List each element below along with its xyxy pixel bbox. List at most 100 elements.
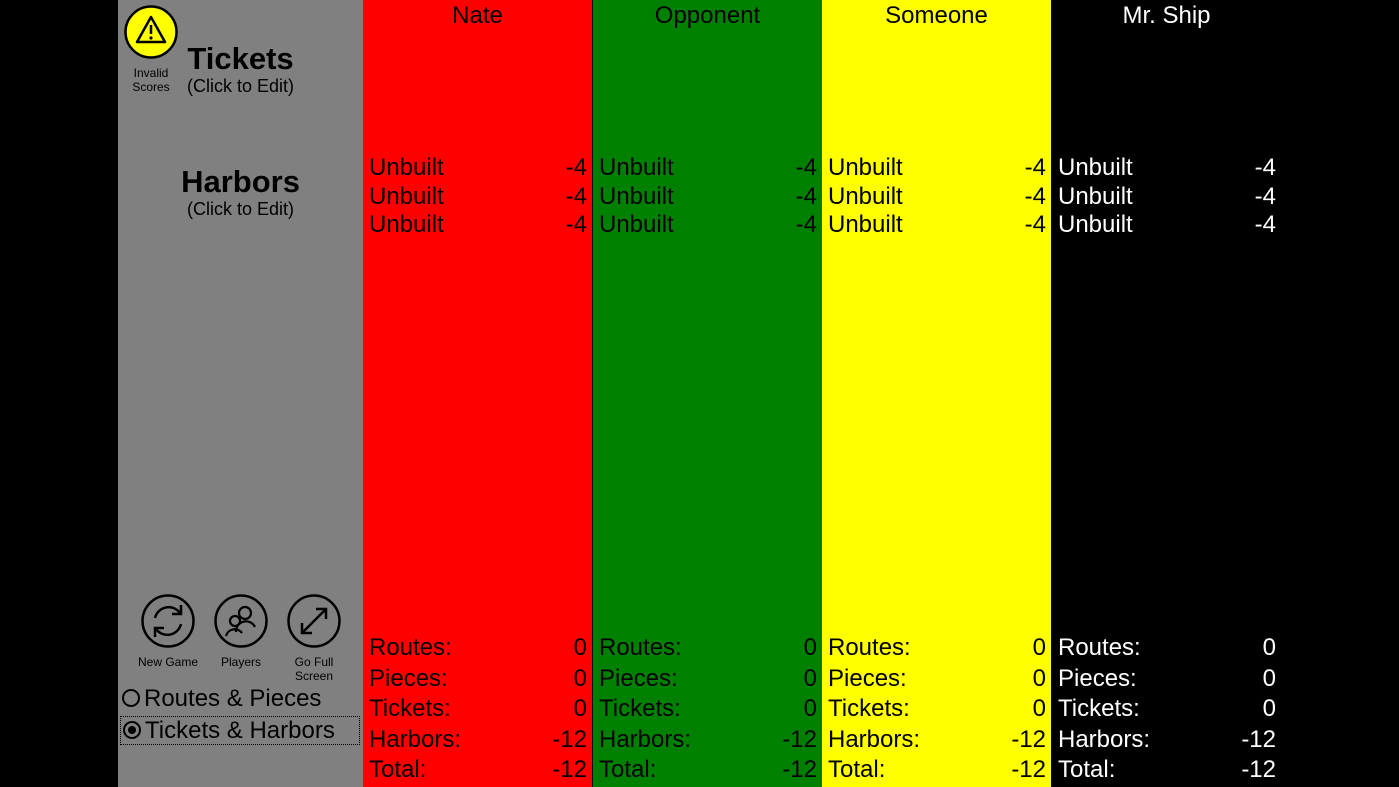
stat-label: Harbors:	[1058, 725, 1151, 753]
harbor-row[interactable]: Unbuilt -4	[599, 211, 817, 240]
stat-value: 0	[1262, 664, 1276, 692]
player-name[interactable]: Nate	[363, 2, 592, 30]
score-summary: Routes: 0 Pieces: 0 Tickets: 0 Harbors: -12 …	[1058, 633, 1276, 786]
stat-label: Harbors:	[369, 725, 462, 753]
stat-total: Total: -12	[828, 755, 1046, 786]
harbor-list: Unbuilt -4 Unbuilt -4 Unbuilt -4	[1058, 154, 1276, 240]
stat-harbors: Harbors: -12	[369, 725, 587, 756]
harbor-label: Unbuilt	[1058, 211, 1133, 238]
harbor-row[interactable]: Unbuilt -4	[369, 154, 587, 183]
harbor-label: Unbuilt	[599, 211, 674, 238]
full-screen-button[interactable]: Go Full Screen	[279, 594, 349, 683]
stat-label: Tickets:	[599, 695, 681, 723]
stat-label: Routes:	[828, 634, 911, 661]
full-screen-label: Go Full Screen	[294, 655, 334, 683]
radio-selected-icon	[123, 720, 141, 739]
player-column-nate: Nate Unbuilt -4 Unbuilt -4 Unbuilt -4 Route…	[363, 0, 592, 787]
stat-label: Tickets:	[828, 695, 910, 723]
harbor-value: -4	[795, 182, 817, 210]
stat-routes: Routes: 0	[828, 633, 1046, 664]
stat-total: Total: -12	[599, 755, 817, 786]
stat-pieces: Pieces: 0	[828, 664, 1046, 695]
harbor-label: Unbuilt	[369, 154, 444, 181]
harbor-row[interactable]: Unbuilt -4	[1058, 183, 1276, 212]
stat-value: -12	[552, 756, 587, 784]
stat-tickets: Tickets: 0	[828, 694, 1046, 725]
stat-total: Total: -12	[1058, 755, 1276, 786]
harbor-row[interactable]: Unbuilt -4	[599, 154, 817, 183]
player-column-opponent: Opponent Unbuilt -4 Unbuilt -4 Unbuilt -4 R…	[593, 0, 822, 787]
stat-value: 0	[1032, 634, 1046, 661]
invalid-scores-label: Invalid Scores	[132, 66, 170, 94]
harbor-value: -4	[565, 154, 587, 181]
harbor-row[interactable]: Unbuilt -4	[1058, 211, 1276, 240]
harbor-row[interactable]: Unbuilt -4	[1058, 154, 1276, 183]
new-game-label: New Game	[137, 655, 199, 669]
player-name[interactable]: Opponent	[593, 2, 822, 30]
players-icon	[214, 594, 268, 648]
stat-label: Routes:	[369, 634, 452, 661]
harbor-row[interactable]: Unbuilt -4	[828, 183, 1046, 212]
harbor-label: Unbuilt	[828, 211, 903, 238]
players-label: Players	[220, 655, 261, 669]
harbors-title: Harbors	[181, 164, 300, 199]
harbor-row[interactable]: Unbuilt -4	[828, 211, 1046, 240]
harbor-row[interactable]: Unbuilt -4	[369, 211, 587, 240]
harbor-list: Unbuilt -4 Unbuilt -4 Unbuilt -4	[599, 154, 817, 240]
score-summary: Routes: 0 Pieces: 0 Tickets: 0 Harbors: -12 …	[599, 633, 817, 786]
player-name[interactable]: Mr. Ship	[1052, 2, 1281, 30]
harbor-label: Unbuilt	[828, 182, 903, 210]
stat-value: 0	[803, 634, 817, 661]
stat-value: 0	[1262, 695, 1276, 723]
harbor-value: -4	[1254, 154, 1276, 181]
harbors-section-header[interactable]: Harbors (Click to Edit)	[118, 164, 363, 220]
stat-value: -12	[782, 725, 817, 753]
harbor-label: Unbuilt	[369, 182, 444, 210]
stat-label: Pieces:	[369, 664, 448, 692]
mode-tickets-harbors-radio[interactable]: Tickets & Harbors	[120, 716, 360, 745]
stat-value: -12	[782, 756, 817, 784]
score-summary: Routes: 0 Pieces: 0 Tickets: 0 Harbors: -12 …	[828, 633, 1046, 786]
stat-label: Pieces:	[599, 664, 678, 692]
stat-value: 0	[573, 664, 587, 692]
stat-label: Total:	[1058, 756, 1116, 784]
tickets-section-header[interactable]: Tickets (Click to Edit)	[178, 41, 303, 97]
harbor-value: -4	[795, 154, 817, 181]
stat-pieces: Pieces: 0	[599, 664, 817, 695]
harbor-row[interactable]: Unbuilt -4	[828, 154, 1046, 183]
stat-value: -12	[1241, 756, 1276, 784]
player-name[interactable]: Someone	[822, 2, 1051, 30]
stat-harbors: Harbors: -12	[1058, 725, 1276, 756]
harbor-label: Unbuilt	[369, 211, 444, 238]
stat-value: -12	[552, 725, 587, 753]
mode-routes-pieces-radio[interactable]: Routes & Pieces	[120, 685, 360, 714]
stat-value: 0	[573, 695, 587, 723]
harbor-row[interactable]: Unbuilt -4	[369, 183, 587, 212]
stat-routes: Routes: 0	[369, 633, 587, 664]
stat-label: Routes:	[1058, 634, 1141, 661]
stat-value: 0	[803, 695, 817, 723]
stat-tickets: Tickets: 0	[369, 694, 587, 725]
stat-label: Tickets:	[1058, 695, 1140, 723]
players-button[interactable]: Players	[206, 594, 276, 669]
harbor-value: -4	[1254, 211, 1276, 238]
invalid-scores-button[interactable]: Invalid Scores	[122, 5, 180, 97]
stat-tickets: Tickets: 0	[1058, 694, 1276, 725]
tickets-title: Tickets	[187, 41, 294, 76]
harbor-list: Unbuilt -4 Unbuilt -4 Unbuilt -4	[828, 154, 1046, 240]
harbor-row[interactable]: Unbuilt -4	[599, 183, 817, 212]
mode-routes-pieces-label: Routes & Pieces	[144, 685, 322, 712]
stat-routes: Routes: 0	[1058, 633, 1276, 664]
stat-harbors: Harbors: -12	[599, 725, 817, 756]
player-column-mr-ship: Mr. Ship Unbuilt -4 Unbuilt -4 Unbuilt -4 R…	[1052, 0, 1281, 787]
stat-value: 0	[1262, 634, 1276, 661]
stat-label: Total:	[599, 756, 657, 784]
stat-label: Harbors:	[828, 725, 921, 753]
refresh-icon	[141, 594, 195, 648]
stat-label: Pieces:	[1058, 664, 1137, 692]
new-game-button[interactable]: New Game	[133, 594, 203, 669]
harbor-value: -4	[1254, 182, 1276, 210]
stat-value: 0	[1032, 695, 1046, 723]
stat-pieces: Pieces: 0	[1058, 664, 1276, 695]
harbor-label: Unbuilt	[599, 154, 674, 181]
